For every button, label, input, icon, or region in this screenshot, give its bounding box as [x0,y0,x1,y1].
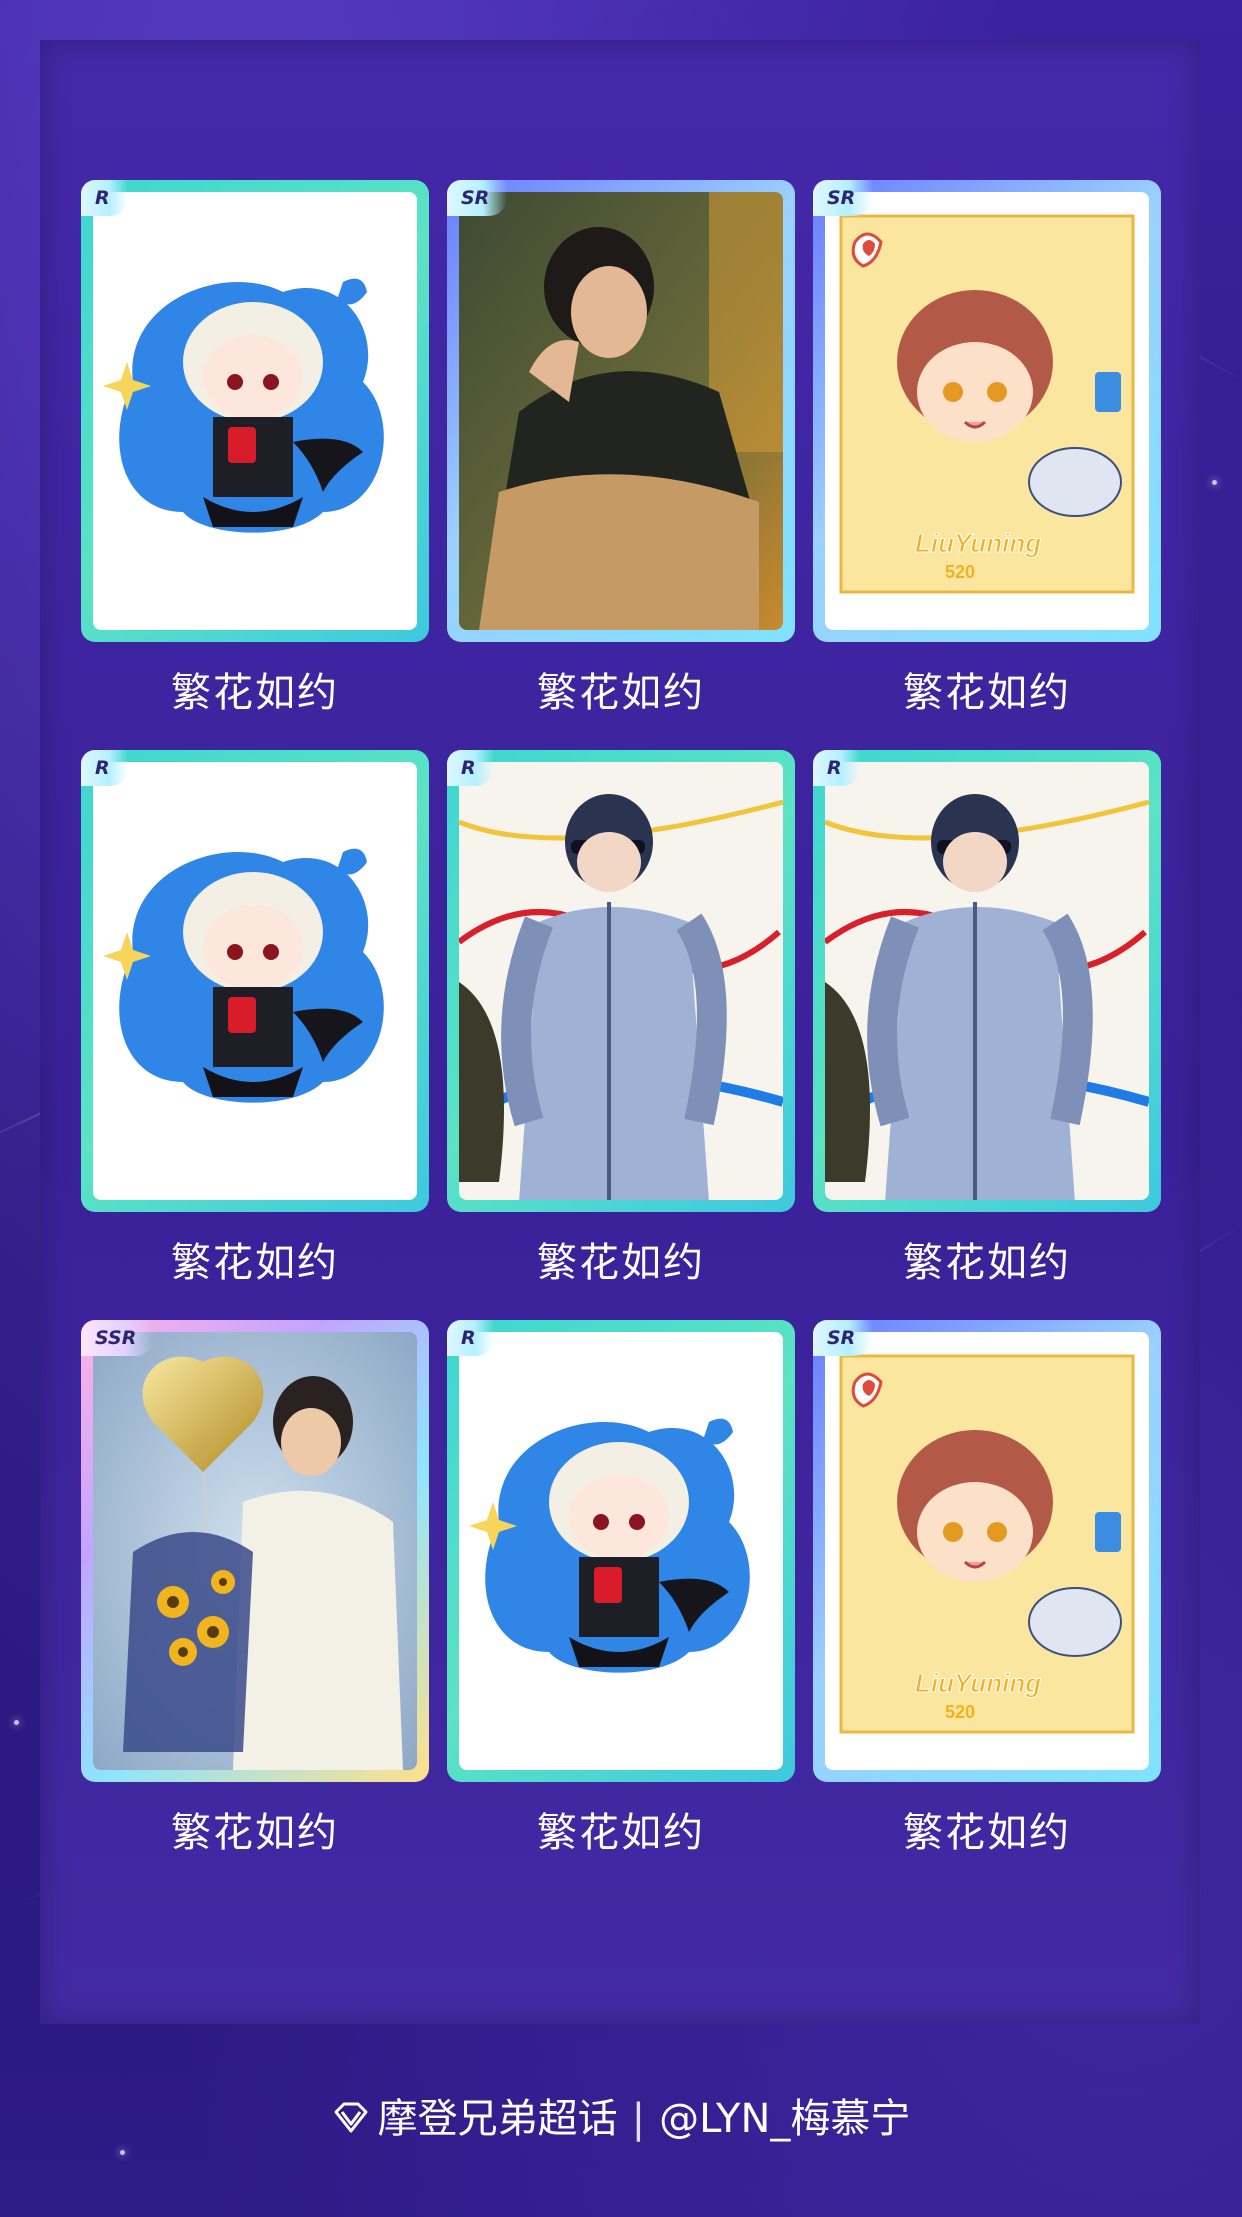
card-frame[interactable]: R [447,1320,795,1782]
rarity-badge: R [447,1320,494,1356]
card-item[interactable]: R 繁花如约 [447,1320,795,1858]
card-art-chibi-blond [93,192,417,630]
art-caption: 520 [945,562,975,582]
card-art-stage-suit [459,762,783,1200]
chibi-frame-illustration: LiuYuning 520 [825,192,1149,630]
balloon-flowers-illustration [93,1332,417,1770]
rarity-badge: SR [447,180,508,216]
card-frame[interactable]: SR LiuYuning 520 [813,1320,1161,1782]
rarity-badge: R [813,750,860,786]
card-art-chibi-blond [93,762,417,1200]
footer-credit: 摩登兄弟超话 | @LYN_梅慕宁 [0,2086,1242,2144]
card-art-portrait-dark [459,192,783,630]
rarity-badge: SR [813,180,874,216]
rarity-badge: R [81,750,128,786]
portrait-illustration [459,192,783,630]
card-title: 繁花如约 [171,1810,339,1856]
card-frame[interactable]: SSR [81,1320,429,1782]
art-caption: LiuYuning [915,1668,1041,1698]
card-title: 繁花如约 [537,670,705,716]
stage-suit-illustration [825,762,1149,1200]
card-frame[interactable]: R [813,750,1161,1212]
rarity-badge: R [447,750,494,786]
chibi-blond-illustration [93,762,417,1200]
chibi-frame-illustration: LiuYuning 520 [825,1332,1149,1770]
forum-name[interactable]: 摩登兄弟超话 [378,2096,618,2142]
card-title: 繁花如约 [171,670,339,716]
card-frame[interactable]: R [81,750,429,1212]
card-item[interactable]: SR 繁花如约 [447,180,795,718]
card-item[interactable]: SSR 繁花如约 [81,1320,429,1858]
user-handle[interactable]: @LYN_梅慕宁 [659,2096,910,2142]
card-item[interactable]: R 繁花如约 [813,750,1161,1288]
card-title: 繁花如约 [537,1240,705,1286]
stage-suit-illustration [459,762,783,1200]
sparkle [1212,480,1217,485]
rarity-badge: SSR [81,1320,155,1356]
diamond-icon [332,2098,370,2144]
separator: | [631,2096,646,2142]
card-art-chibi-frame: LiuYuning 520 [825,1332,1149,1770]
card-art-chibi-frame: LiuYuning 520 [825,192,1149,630]
card-item[interactable]: R 繁花如约 [81,750,429,1288]
art-caption: LiuYuning [915,528,1041,558]
art-caption: 520 [945,1702,975,1722]
card-frame[interactable]: SR LiuYuning 520 [813,180,1161,642]
card-art-chibi-blond [459,1332,783,1770]
sparkle [120,2150,125,2155]
card-item[interactable]: R 繁花如约 [81,180,429,718]
rarity-badge: SR [813,1320,874,1356]
card-title: 繁花如约 [903,1240,1071,1286]
card-art-balloon-flowers [93,1332,417,1770]
card-item[interactable]: R 繁花如约 [447,750,795,1288]
chibi-blond-illustration [459,1332,783,1770]
card-frame[interactable]: R [81,180,429,642]
card-title: 繁花如约 [903,1810,1071,1856]
card-frame[interactable]: SR [447,180,795,642]
card-title: 繁花如约 [171,1240,339,1286]
card-title: 繁花如约 [903,670,1071,716]
card-item[interactable]: SR LiuYuning 520 繁花如约 [813,180,1161,718]
card-item[interactable]: SR LiuYuning 520 繁花如约 [813,1320,1161,1858]
card-title: 繁花如约 [537,1810,705,1856]
chibi-blond-illustration [93,192,417,630]
sparkle [14,1720,19,1725]
rarity-badge: R [81,180,128,216]
card-frame[interactable]: R [447,750,795,1212]
card-art-stage-suit [825,762,1149,1200]
